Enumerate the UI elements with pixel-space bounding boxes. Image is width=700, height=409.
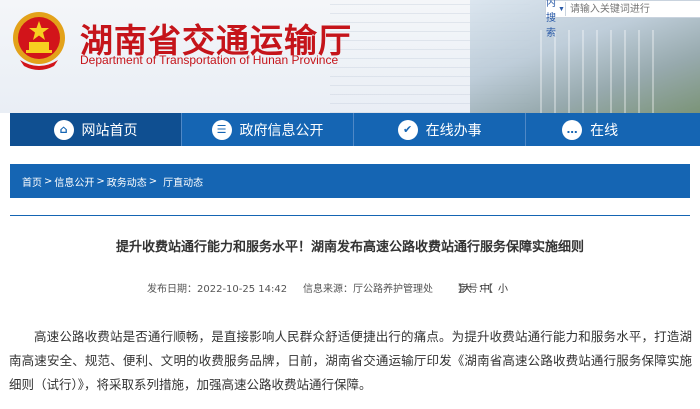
article-title: 提升收费站通行能力和服务水平！湖南发布高速公路收费站通行服务保障实施细则 [115,240,584,255]
article-meta: 发布日期：2022-10-25 14:42 信息来源：厅公路养护管理处 字号：【… [0,280,700,295]
service-icon: ✔ [397,119,418,140]
search-input[interactable] [565,2,700,16]
nav-item-label: 网站首页 [81,122,138,139]
nav-item-home[interactable]: ⌂ 网站首页 [10,113,183,146]
nav-item-online-service[interactable]: ✔ 在线办事 [354,113,527,146]
breadcrumb-dept-news[interactable]: 厅直动态 [163,174,203,189]
font-size-medium-link[interactable]: 中 [480,284,490,295]
site-subtitle: Department of Transportation of Hunan Pr… [80,53,339,67]
site-header: 湖南省交通运输厅 Department of Transportation of… [0,0,700,113]
breadcrumb-gov-news[interactable]: 政务动态 [107,174,147,189]
breadcrumb-home[interactable]: 首页 [22,174,42,189]
home-icon: ⌂ [53,119,74,140]
main-nav: ⌂ 网站首页 ☰ 政府信息公开 ✔ 在线办事 … 在线 [10,113,700,146]
nav-item-label: 在线 [590,122,619,139]
chat-icon: … [562,119,583,140]
search-scope-select[interactable]: 站内搜索 ▼ [546,0,566,39]
breadcrumb-separator: > [44,175,53,187]
breadcrumb-separator: > [148,175,158,187]
search-scope-label: 站内搜索 [546,0,556,39]
breadcrumb-info-public[interactable]: 信息公开 [54,174,94,189]
document-icon: ☰ [211,119,232,140]
nav-item-label: 政府信息公开 [239,122,324,139]
breadcrumb: 首页 > 信息公开 > 政务动态 > 厅直动态 [10,164,690,198]
info-source: 信息来源：厅公路养护管理处 [303,284,433,295]
font-size-small-link[interactable]: 小 [498,284,508,295]
breadcrumb-separator: > [96,175,105,187]
search-box: 站内搜索 ▼ [545,0,700,39]
nav-item-label: 在线办事 [425,122,482,139]
national-emblem-icon [13,12,65,70]
nav-item-gov-info[interactable]: ☰ 政府信息公开 [182,113,355,146]
article-body: 高速公路收费站是否通行顺畅，是直接影响人民群众舒适便捷出行的痛点。为提升收费站通… [9,329,692,392]
nav-item-online-interaction[interactable]: … 在线 [526,113,700,146]
chevron-down-icon: ▼ [558,5,565,13]
title-divider [10,215,690,216]
font-size-end: 】 [458,284,468,295]
publish-date: 发布日期：2022-10-25 14:42 [147,284,288,295]
header-bridge-graphic [540,30,660,113]
